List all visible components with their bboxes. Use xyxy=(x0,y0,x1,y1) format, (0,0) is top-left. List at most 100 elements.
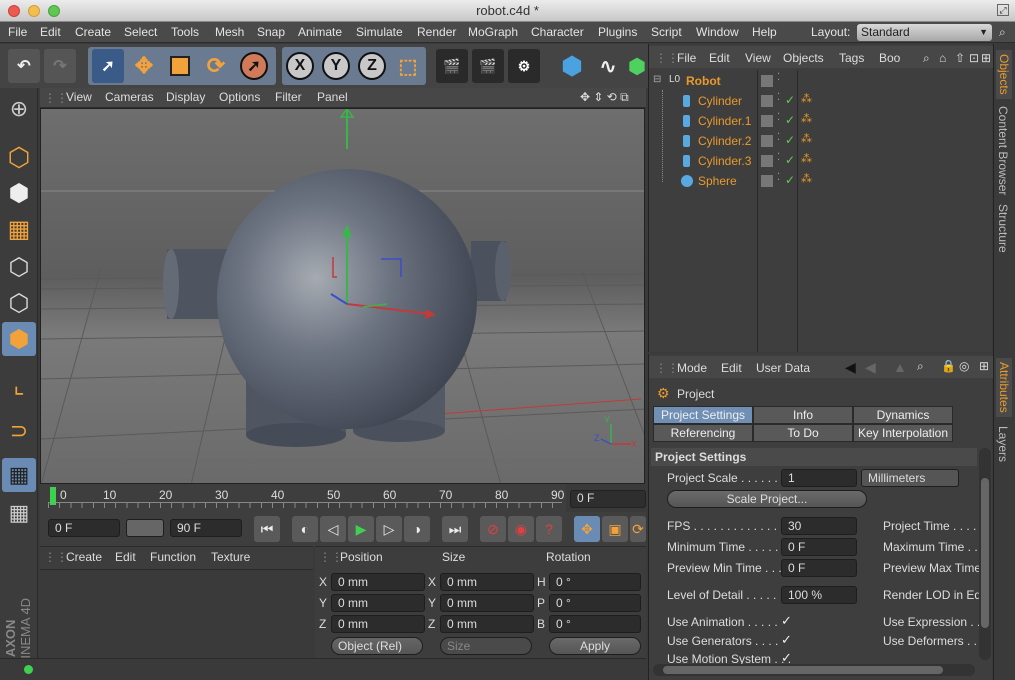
search-icon[interactable]: ⌕ xyxy=(917,359,924,374)
visibility-dots-icon[interactable]: ⁚ xyxy=(777,132,780,143)
texture-mode-button[interactable]: ⬢ xyxy=(2,176,36,210)
polygons-mode-button[interactable]: ⬢ xyxy=(2,322,36,356)
object-name[interactable]: Cylinder.3 xyxy=(698,154,751,168)
close-window-button[interactable] xyxy=(8,5,20,17)
end-frame-field[interactable]: 90 F xyxy=(170,519,242,537)
record-position-button[interactable]: ✥ xyxy=(574,516,600,542)
render-picture-viewer-button[interactable]: 🎬 xyxy=(472,49,504,83)
project-scale-unit-select[interactable]: Millimeters xyxy=(861,469,959,487)
visibility-dots-icon[interactable]: ⁚ xyxy=(777,72,780,83)
play-button[interactable]: ▶ xyxy=(348,516,374,542)
undo-button[interactable]: ↶ xyxy=(8,49,40,83)
tab-key-interpolation[interactable]: Key Interpolation xyxy=(853,424,953,442)
add-generator-button[interactable]: ⬢ xyxy=(628,49,646,83)
make-editable-button[interactable]: ⊕ xyxy=(2,92,36,126)
om-menu-bookmarks[interactable]: Boo xyxy=(879,51,900,65)
timeline-ruler[interactable]: 0 10 20 30 40 50 60 70 80 90 xyxy=(40,484,566,512)
z-axis-lock-button[interactable]: Z xyxy=(356,49,388,83)
add-spline-button[interactable]: ∿ xyxy=(592,49,624,83)
size-z-field[interactable]: 0 mm xyxy=(440,615,534,633)
record-icon[interactable]: ◎ xyxy=(959,359,969,373)
object-row-robot[interactable]: ⊟ L0 Robot ⁚ xyxy=(649,72,993,92)
vertical-scrollbar[interactable] xyxy=(979,448,991,660)
om-menu-file[interactable]: File xyxy=(677,51,696,65)
menu-render[interactable]: Render xyxy=(417,25,456,39)
side-tab-objects[interactable]: Objects xyxy=(996,50,1012,99)
enable-axis-button[interactable]: ⌞ xyxy=(2,368,36,402)
material-menu-edit[interactable]: Edit xyxy=(115,550,136,564)
object-row-sphere[interactable]: Sphere ⁚ ✓ ⁂ xyxy=(649,172,993,192)
menu-edit[interactable]: Edit xyxy=(40,25,61,39)
new-panel-icon[interactable]: ⊞ xyxy=(981,51,991,65)
redo-button[interactable]: ↷ xyxy=(44,49,76,83)
tab-info[interactable]: Info xyxy=(753,406,853,424)
material-menu-function[interactable]: Function xyxy=(150,550,196,564)
layer-toggle-icon[interactable] xyxy=(761,115,773,127)
points-mode-button[interactable]: ⬡ xyxy=(2,250,36,284)
add-cube-button[interactable]: ⬢ xyxy=(556,49,588,83)
om-menu-objects[interactable]: Objects xyxy=(783,51,824,65)
material-tag-icon[interactable]: ⁂ xyxy=(801,152,812,165)
scrollbar-thumb[interactable] xyxy=(663,666,943,674)
tab-dynamics[interactable]: Dynamics xyxy=(853,406,953,424)
rotation-h-field[interactable]: 0 ° xyxy=(549,573,641,591)
record-rotation-button[interactable]: ⟳ xyxy=(630,516,646,542)
scrollbar-thumb[interactable] xyxy=(981,478,989,628)
menu-create[interactable]: Create xyxy=(75,25,111,39)
live-selection-button[interactable]: ➚ xyxy=(92,49,124,83)
next-frame-button[interactable]: ▷ xyxy=(376,516,402,542)
enabled-check-icon[interactable]: ✓ xyxy=(785,153,795,167)
object-name[interactable]: Cylinder.2 xyxy=(698,134,751,148)
render-settings-button[interactable]: ⚙ xyxy=(508,49,540,83)
use-generators-checkbox[interactable]: ✓ xyxy=(781,632,792,648)
viewport-menu-view[interactable]: View xyxy=(66,90,92,104)
side-tab-layers[interactable]: Layers xyxy=(996,426,1010,462)
autokeying-button[interactable]: ◉ xyxy=(508,516,534,542)
om-menu-tags[interactable]: Tags xyxy=(839,51,864,65)
go-to-start-button[interactable]: ⏮ xyxy=(254,516,280,542)
object-name[interactable]: Sphere xyxy=(698,174,737,188)
material-menu-create[interactable]: Create xyxy=(66,550,102,564)
edges-mode-button[interactable]: ⬡ xyxy=(2,286,36,320)
viewport-menu-filter[interactable]: Filter xyxy=(275,90,302,104)
record-keys-button[interactable]: ⊘ xyxy=(480,516,506,542)
project-scale-field[interactable]: 1 xyxy=(781,469,857,487)
horizontal-scrollbar[interactable] xyxy=(653,664,975,676)
menu-window[interactable]: Window xyxy=(696,25,739,39)
layer-toggle-icon[interactable] xyxy=(761,155,773,167)
lock-workplane-button[interactable]: ▦ xyxy=(2,496,36,530)
rotate-tool-button[interactable]: ⟳ xyxy=(200,49,232,83)
position-y-field[interactable]: 0 mm xyxy=(331,594,425,612)
workplane-mode-button[interactable]: ▦ xyxy=(2,212,36,246)
scale-project-button[interactable]: Scale Project... xyxy=(667,490,867,508)
menu-help[interactable]: Help xyxy=(752,25,777,39)
layer-toggle-icon[interactable] xyxy=(761,175,773,187)
next-key-button[interactable]: ◑ xyxy=(404,516,430,542)
frame-range-slider[interactable] xyxy=(126,519,164,537)
up-arrow-icon[interactable]: ▲ xyxy=(893,359,907,375)
start-frame-field[interactable]: 0 F xyxy=(48,519,120,537)
level-of-detail-field[interactable]: 100 % xyxy=(781,586,857,604)
zoom-window-button[interactable] xyxy=(48,5,60,17)
menu-tools[interactable]: Tools xyxy=(171,25,199,39)
preview-min-time-field[interactable]: 0 F xyxy=(781,559,857,577)
menu-select[interactable]: Select xyxy=(124,25,157,39)
go-to-end-button[interactable]: ⏭ xyxy=(442,516,468,542)
tab-referencing[interactable]: Referencing xyxy=(653,424,753,442)
layer-toggle-icon[interactable] xyxy=(761,135,773,147)
render-view-button[interactable]: 🎬 xyxy=(436,49,468,83)
object-row-cylinder-2[interactable]: Cylinder.2 ⁚ ✓ ⁂ xyxy=(649,132,993,152)
move-tool-button[interactable]: ✥ xyxy=(128,49,160,83)
object-row-cylinder[interactable]: Cylinder ⁚ ✓ ⁂ xyxy=(649,92,993,112)
scale-tool-button[interactable] xyxy=(164,49,196,83)
am-menu-user-data[interactable]: User Data xyxy=(756,361,810,375)
search-icon[interactable]: ⌕ xyxy=(923,51,930,66)
object-name[interactable]: Robot xyxy=(686,74,721,88)
fps-field[interactable]: 30 xyxy=(781,517,857,535)
side-tab-content-browser[interactable]: Content Browser xyxy=(996,106,1010,195)
viewport-menu-display[interactable]: Display xyxy=(166,90,205,104)
enabled-check-icon[interactable]: ✓ xyxy=(785,133,795,147)
menu-mesh[interactable]: Mesh xyxy=(215,25,244,39)
tab-project-settings[interactable]: Project Settings xyxy=(653,406,753,424)
menu-animate[interactable]: Animate xyxy=(298,25,342,39)
